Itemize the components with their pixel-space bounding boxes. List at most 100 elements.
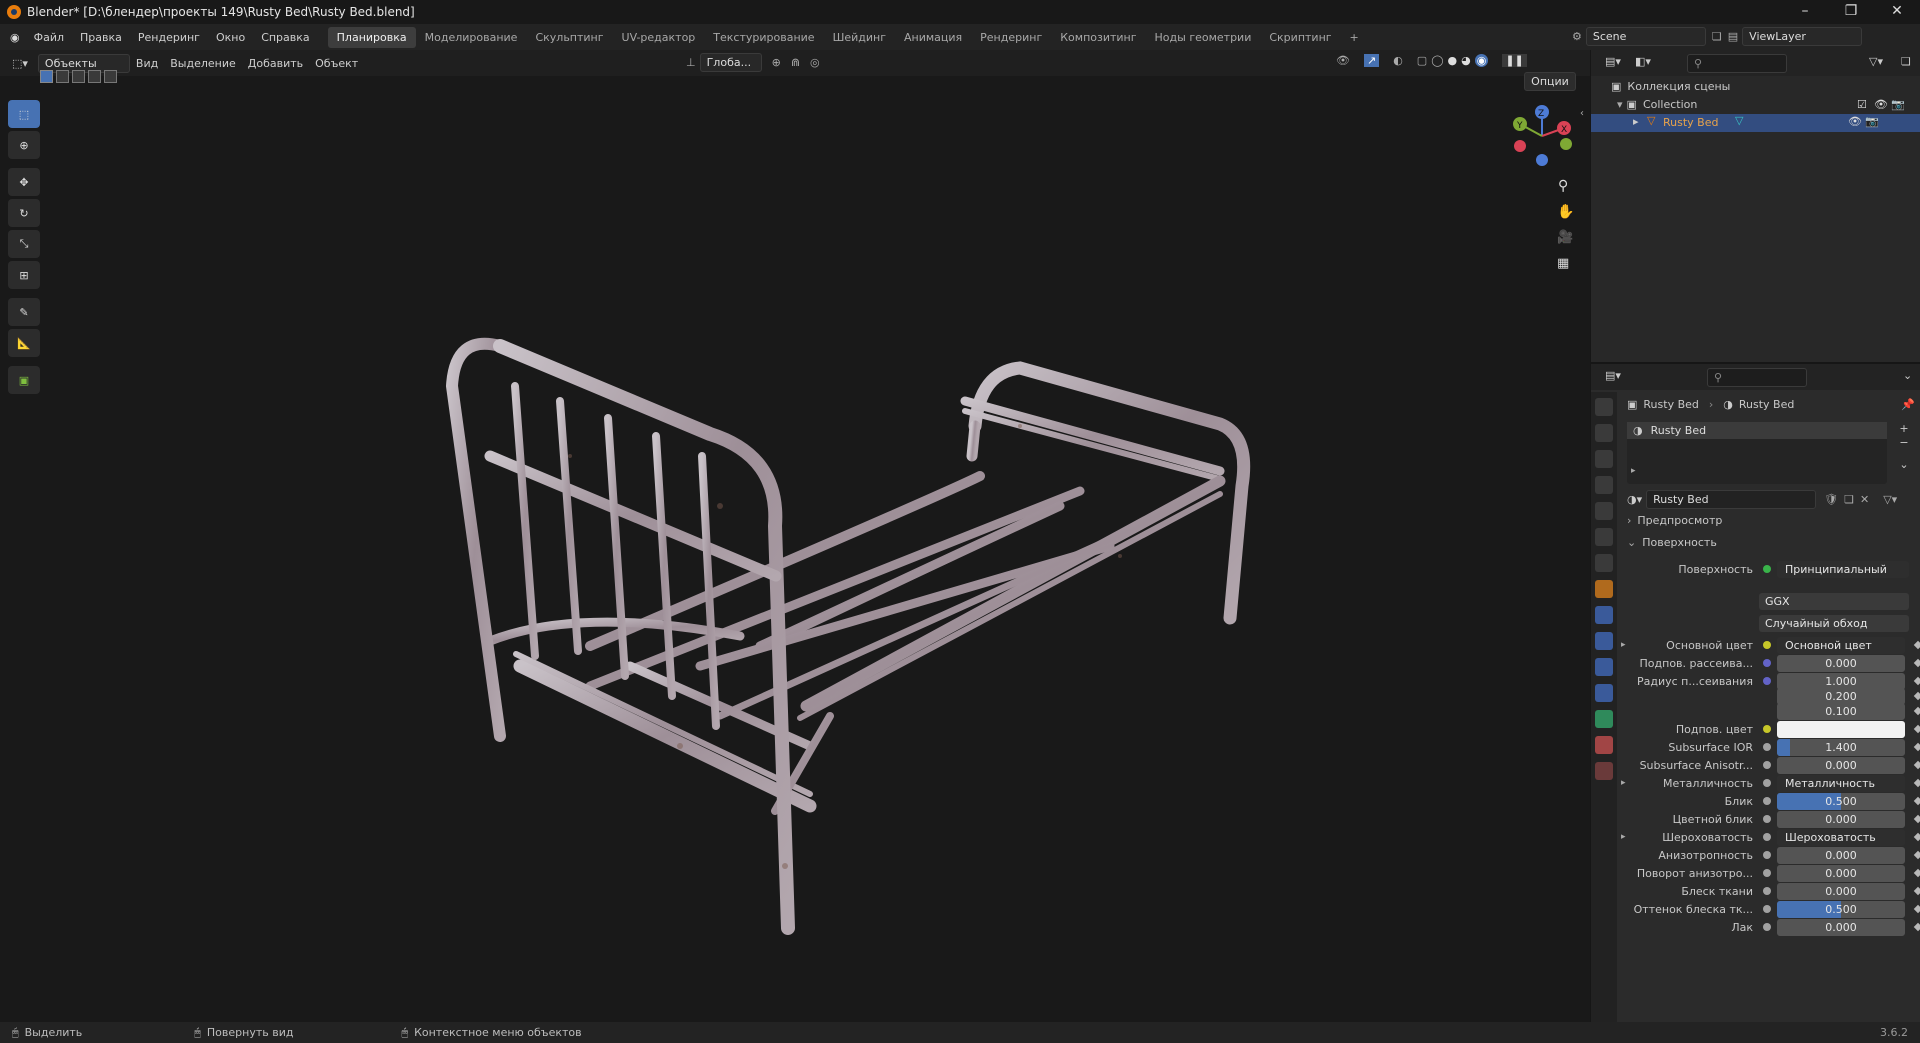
collection-eye-icon[interactable]: 👁 [1874, 98, 1888, 111]
outliner-search-input[interactable]: ⚲ [1687, 54, 1787, 73]
value-slider[interactable]: 0.100 [1777, 702, 1905, 720]
render-tab-icon[interactable] [1595, 424, 1613, 442]
rotate-tool-icon[interactable]: ↻ [8, 199, 40, 227]
slot-specials-icon[interactable]: ⌄ [1897, 458, 1911, 472]
rusty-bed-model[interactable] [420, 306, 1270, 936]
fake-user-icon[interactable]: 🛡 [1824, 493, 1838, 506]
camera-view-icon[interactable]: 🎥 [1557, 230, 1573, 245]
keyframe-icon[interactable] [1913, 796, 1920, 806]
browse-material-icon[interactable]: ◑▾ [1627, 493, 1642, 506]
select-subtract-icon[interactable] [72, 70, 85, 83]
filter-icon[interactable]: ▽▾ [1869, 55, 1883, 68]
material-tab-icon[interactable] [1595, 736, 1613, 754]
scene-collection-label[interactable]: Коллекция сцены [1627, 80, 1730, 93]
move-tool-icon[interactable]: ✥ [8, 168, 40, 196]
xray-icon[interactable]: ▢ [1417, 54, 1427, 67]
keyframe-icon[interactable] [1913, 706, 1920, 716]
snap-icon[interactable]: ⋒ [791, 56, 800, 69]
orientation-selector[interactable]: Глоба... [699, 53, 762, 72]
texture-tab-icon[interactable] [1595, 762, 1613, 780]
socket-dot-icon[interactable] [1763, 815, 1771, 823]
keyframe-icon[interactable] [1913, 922, 1920, 932]
gizmo-toggle-icon[interactable]: ↗ [1363, 54, 1380, 67]
maximize-icon[interactable]: ❐ [1828, 0, 1874, 24]
workspace-tab[interactable]: Моделирование [416, 27, 527, 48]
scale-tool-icon[interactable]: ⤡ [8, 230, 40, 258]
keyframe-icon[interactable] [1913, 814, 1920, 824]
value-slider[interactable]: 0.000 [1777, 810, 1905, 828]
workspace-tab[interactable]: Скульптинг [526, 27, 612, 48]
workspace-tab[interactable]: Композитинг [1051, 27, 1145, 48]
socket-dot-icon[interactable] [1763, 869, 1771, 877]
distribution-dropdown[interactable]: GGX [1759, 592, 1909, 610]
options-dropdown[interactable]: Опции [1524, 72, 1576, 91]
socket-dot-icon[interactable] [1763, 833, 1771, 841]
menu-item[interactable]: Справка [261, 31, 309, 44]
collection-label[interactable]: Collection [1643, 98, 1697, 111]
scene-tab-icon[interactable] [1595, 502, 1613, 520]
properties-editor-icon[interactable]: ▤▾ [1605, 369, 1621, 382]
select-new-icon[interactable] [40, 70, 53, 83]
add-menu[interactable]: Добавить [248, 57, 303, 70]
tool-tab-icon[interactable] [1595, 398, 1613, 416]
properties-search-input[interactable]: ⚲ [1707, 368, 1807, 387]
perspective-grid-icon[interactable]: ▦ [1557, 256, 1569, 271]
select-box-tool-icon[interactable]: ⬚ [8, 100, 40, 128]
socket-dot-icon[interactable] [1763, 743, 1771, 751]
duplicate-material-icon[interactable]: ❏ [1844, 493, 1854, 506]
editor-type-icon[interactable]: ⬚▾ [12, 57, 28, 70]
keyframe-icon[interactable] [1913, 691, 1920, 701]
pivot-icon[interactable]: ⊕ [772, 56, 781, 69]
link-field[interactable]: Шероховатость [1777, 828, 1905, 846]
preview-panel-header[interactable]: › Предпросмотр [1627, 514, 1917, 527]
3d-viewport[interactable]: Опции Z X Y ⚲ ✋ 🎥 ▦ ‹ [0, 70, 1590, 1022]
socket-dot-icon[interactable] [1763, 641, 1771, 649]
remove-slot-icon[interactable]: − [1897, 436, 1911, 450]
view-layer-selector[interactable]: ViewLayer [1742, 27, 1863, 46]
row-expand-icon[interactable]: ▸ [1621, 778, 1626, 788]
select-intersect-icon[interactable] [104, 70, 117, 83]
rendered-shading-icon[interactable]: ◉ [1474, 54, 1489, 67]
socket-dot-icon[interactable] [1763, 797, 1771, 805]
menu-item[interactable]: Правка [80, 31, 122, 44]
keyframe-icon[interactable] [1913, 850, 1920, 860]
value-slider[interactable]: 0.000 [1777, 654, 1905, 672]
output-tab-icon[interactable] [1595, 450, 1613, 468]
mesh-data-icon[interactable]: ▽ [1735, 114, 1743, 127]
select-extend-icon[interactable] [56, 70, 69, 83]
collection-expand-icon[interactable]: ▾ [1617, 98, 1623, 111]
workspace-tab[interactable]: Скриптинг [1260, 27, 1340, 48]
cursor-tool-icon[interactable]: ⊕ [8, 131, 40, 159]
object-expand-icon[interactable]: ▸ [1633, 115, 1639, 128]
value-slider[interactable]: 1.400 [1777, 738, 1905, 756]
value-slider[interactable]: 0.000 [1777, 864, 1905, 882]
keyframe-icon[interactable] [1913, 676, 1920, 686]
workspace-tab[interactable]: Ноды геометрии [1146, 27, 1261, 48]
keyframe-icon[interactable] [1913, 868, 1920, 878]
value-slider[interactable]: 0.500 [1777, 792, 1905, 810]
object-tab-icon[interactable] [1595, 580, 1613, 598]
workspace-tab[interactable]: Анимация [895, 27, 971, 48]
outliner-editor-icon[interactable]: ▤▾ [1605, 55, 1621, 68]
socket-dot-icon[interactable] [1763, 887, 1771, 895]
new-scene-icon[interactable]: ❏ [1712, 30, 1722, 43]
value-slider[interactable]: 0.500 [1777, 900, 1905, 918]
socket-dot-icon[interactable] [1763, 677, 1771, 685]
workspace-tab[interactable]: Текстурирование [704, 27, 823, 48]
keyframe-icon[interactable] [1913, 904, 1920, 914]
socket-dot-icon[interactable] [1763, 851, 1771, 859]
workspace-tab[interactable]: + [1341, 27, 1368, 48]
material-slot-row[interactable]: ◑ Rusty Bed [1627, 422, 1887, 439]
scene-selector[interactable]: Scene [1585, 27, 1706, 46]
minimize-icon[interactable]: – [1782, 0, 1828, 24]
collection-tab-icon[interactable] [1595, 554, 1613, 572]
socket-dot-icon[interactable] [1763, 779, 1771, 787]
world-tab-icon[interactable] [1595, 528, 1613, 546]
workspace-tab[interactable]: Шейдинг [824, 27, 895, 48]
navigation-gizmo[interactable]: Z X Y [1506, 100, 1576, 170]
modifier-tab-icon[interactable] [1595, 606, 1613, 624]
keyframe-icon[interactable] [1913, 724, 1920, 734]
unlink-material-icon[interactable]: ✕ [1860, 493, 1869, 506]
zoom-icon[interactable]: ⚲ [1558, 178, 1568, 194]
keyframe-icon[interactable] [1913, 832, 1920, 842]
